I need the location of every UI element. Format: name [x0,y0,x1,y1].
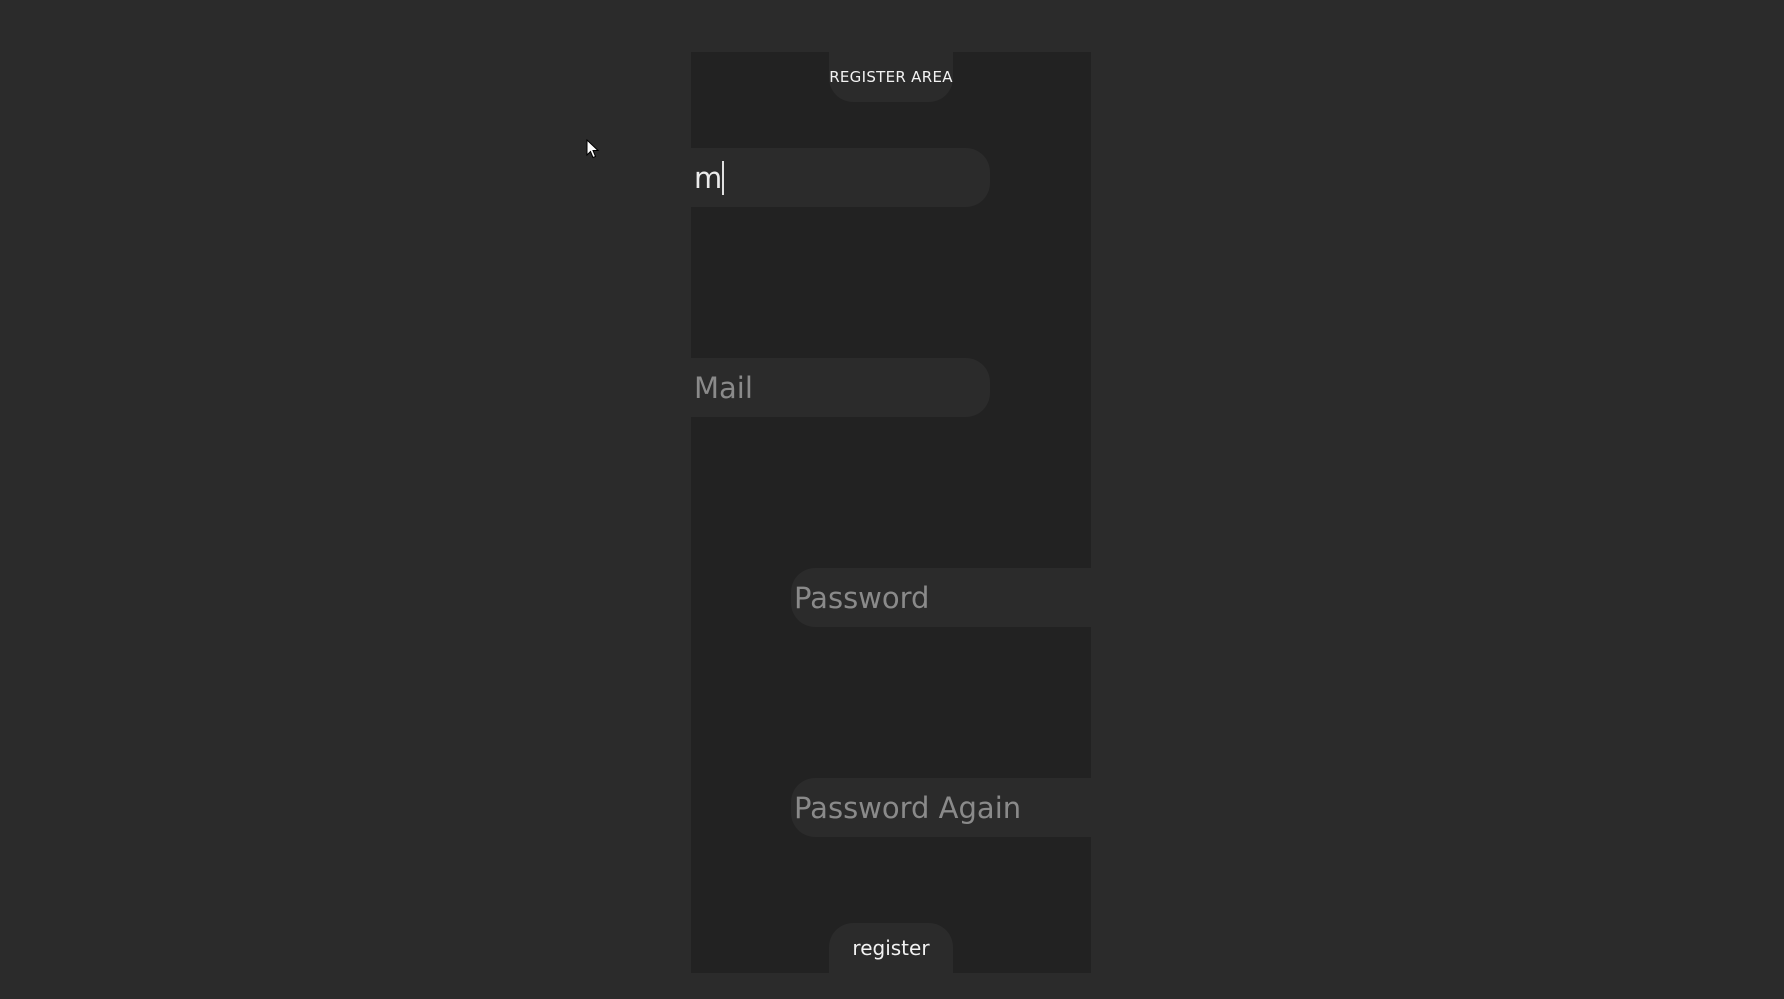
password-field-wrapper [791,568,1091,627]
page: REGISTER AREA register [0,0,1784,999]
mail-input[interactable] [694,358,990,417]
mail-field-wrapper [691,358,990,417]
password-again-field-wrapper [791,778,1091,837]
username-input[interactable] [694,148,990,207]
register-panel: REGISTER AREA register [691,52,1091,973]
arrow-cursor-icon [586,138,600,159]
register-area-header: REGISTER AREA [829,52,953,102]
register-area-title: REGISTER AREA [829,68,953,86]
text-caret [722,161,724,195]
password-again-input[interactable] [794,778,1091,837]
username-field-wrapper [691,148,990,207]
register-button[interactable]: register [829,923,953,973]
password-input[interactable] [794,568,1091,627]
